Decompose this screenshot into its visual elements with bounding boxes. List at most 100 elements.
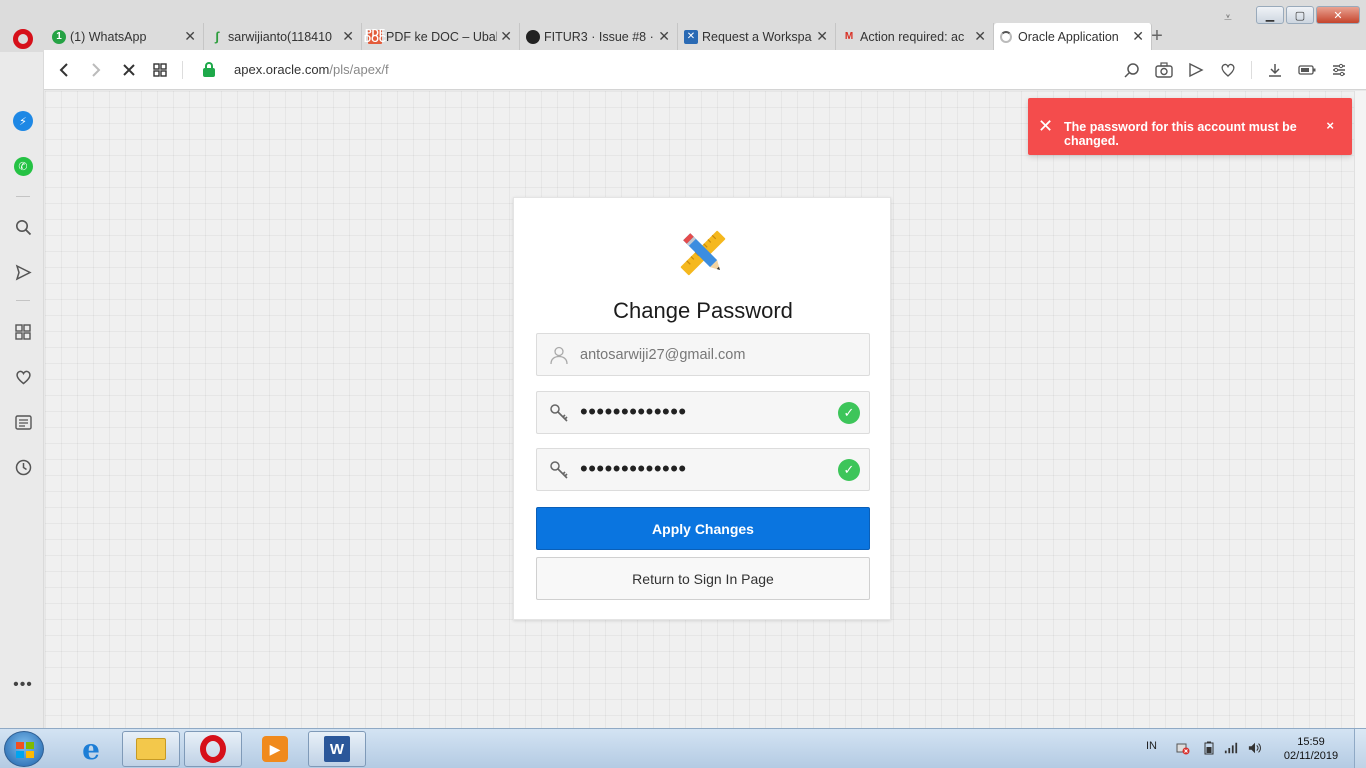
battery-icon[interactable] bbox=[1202, 741, 1216, 755]
battery-icon[interactable] bbox=[1298, 59, 1316, 81]
heart-icon[interactable] bbox=[1219, 59, 1237, 81]
network-error-icon[interactable] bbox=[1176, 741, 1190, 755]
lock-icon[interactable] bbox=[202, 62, 216, 78]
bookmarks-button[interactable] bbox=[12, 366, 34, 388]
whatsapp-icon: ✆ bbox=[13, 156, 33, 176]
stop-button[interactable] bbox=[117, 58, 141, 82]
apply-changes-button[interactable]: Apply Changes bbox=[536, 507, 870, 550]
confirm-password-input[interactable]: ••••••••••••• ✓ bbox=[536, 448, 870, 491]
clock-time: 15:59 bbox=[1297, 736, 1325, 748]
page-viewport: ✕ The password for this account must be … bbox=[45, 91, 1366, 728]
valid-check-icon: ✓ bbox=[838, 402, 860, 424]
send-icon bbox=[15, 264, 32, 280]
divider bbox=[182, 61, 183, 79]
toolbar-icons bbox=[1123, 59, 1348, 81]
clock-icon bbox=[15, 459, 31, 475]
grid-icon bbox=[15, 324, 31, 340]
taskbar-word[interactable]: W bbox=[308, 731, 366, 767]
start-button[interactable] bbox=[4, 731, 44, 767]
pencil-ruler-icon bbox=[680, 230, 726, 276]
alert-message: The password for this account must be ch… bbox=[1064, 120, 1297, 148]
opera-menu-button[interactable] bbox=[12, 28, 34, 50]
tab-pdf-to-doc[interactable]: PDF DOC PDF ke DOC – Ubah ✕ bbox=[362, 23, 520, 50]
tab-sarwijianto[interactable]: ʃ sarwijianto(118410 ✕ bbox=[204, 23, 362, 50]
tab-request-workspace[interactable]: ✕ Request a Workspa ✕ bbox=[678, 23, 836, 50]
whatsapp-icon: 1 bbox=[52, 29, 66, 44]
system-clock[interactable]: 15:59 02/11/2019 bbox=[1276, 735, 1346, 763]
key-icon bbox=[550, 404, 568, 422]
taskbar-opera[interactable] bbox=[184, 731, 242, 767]
alert-close-button[interactable]: × bbox=[1326, 118, 1334, 133]
leaf-icon: ʃ bbox=[214, 29, 220, 44]
flow-button[interactable] bbox=[12, 261, 34, 283]
taskbar-internet-explorer[interactable]: e bbox=[62, 731, 120, 767]
tab-close-icon[interactable]: ✕ bbox=[342, 29, 354, 43]
tab-oracle-application[interactable]: Oracle Application ✕ bbox=[994, 23, 1152, 50]
tab-close-icon[interactable]: ✕ bbox=[974, 29, 986, 43]
opera-sidebar: ⚡ ✆ ••• bbox=[0, 52, 44, 728]
folder-icon bbox=[136, 738, 166, 760]
page-scrollbar[interactable] bbox=[1354, 91, 1366, 728]
new-tab-button[interactable]: + bbox=[1148, 26, 1166, 46]
signal-icon[interactable] bbox=[1224, 741, 1238, 755]
page-title: Change Password bbox=[613, 298, 793, 323]
username-field[interactable]: antosarwiji27@gmail.com bbox=[536, 333, 870, 376]
tab-list: 1 (1) WhatsApp ✕ ʃ sarwijianto(118410 ✕ … bbox=[46, 23, 1152, 50]
opera-logo-icon bbox=[13, 29, 33, 49]
language-indicator[interactable]: IN bbox=[1146, 740, 1157, 752]
change-password-card: Change Password antosarwiji27@gmail.com … bbox=[513, 197, 891, 620]
close-window-button[interactable]: ✕ bbox=[1316, 6, 1360, 24]
speed-dial-button[interactable] bbox=[148, 58, 172, 82]
sidebar-more-button[interactable]: ••• bbox=[12, 674, 34, 696]
tab-close-icon[interactable]: ✕ bbox=[816, 29, 828, 43]
word-icon: W bbox=[324, 736, 350, 762]
sidebar-divider bbox=[16, 196, 30, 197]
camera-icon[interactable] bbox=[1155, 59, 1173, 81]
back-icon bbox=[59, 63, 68, 77]
heart-icon bbox=[15, 370, 31, 385]
download-icon[interactable] bbox=[1266, 59, 1284, 81]
tab-title: PDF ke DOC – Ubah bbox=[386, 29, 497, 44]
tab-close-icon[interactable]: ✕ bbox=[1132, 29, 1144, 43]
forward-button[interactable] bbox=[84, 58, 108, 82]
speed-dial-sidebar-button[interactable] bbox=[12, 321, 34, 343]
tab-title: sarwijianto(118410 bbox=[228, 29, 332, 44]
tab-whatsapp[interactable]: 1 (1) WhatsApp ✕ bbox=[46, 23, 204, 50]
internet-explorer-icon: e bbox=[82, 732, 100, 766]
error-icon: ✕ bbox=[1038, 116, 1054, 136]
tab-title: (1) WhatsApp bbox=[70, 29, 147, 44]
url-field[interactable]: apex.oracle.com/pls/apex/f bbox=[234, 62, 389, 77]
minimize-button[interactable]: ▁ bbox=[1256, 6, 1284, 24]
media-player-icon: ▶ bbox=[262, 736, 288, 762]
return-to-sign-in-button[interactable]: Return to Sign In Page bbox=[536, 557, 870, 600]
tab-close-icon[interactable]: ✕ bbox=[658, 29, 670, 43]
tab-close-icon[interactable]: ✕ bbox=[500, 29, 512, 43]
messenger-button[interactable]: ⚡ bbox=[12, 110, 34, 132]
windows-logo-icon bbox=[16, 742, 34, 758]
error-alert: ✕ The password for this account must be … bbox=[1028, 98, 1352, 155]
taskbar-media-player[interactable]: ▶ bbox=[246, 731, 304, 767]
search-button[interactable] bbox=[12, 216, 34, 238]
new-password-input[interactable]: ••••••••••••• ✓ bbox=[536, 391, 870, 434]
username-value: antosarwiji27@gmail.com bbox=[580, 347, 746, 363]
tab-github-issue[interactable]: FITUR3 · Issue #8 · s ✕ bbox=[520, 23, 678, 50]
taskbar-file-explorer[interactable] bbox=[122, 731, 180, 767]
whatsapp-button[interactable]: ✆ bbox=[12, 155, 34, 177]
news-button[interactable] bbox=[12, 411, 34, 433]
url-host: apex.oracle.com bbox=[234, 62, 330, 77]
show-desktop-button[interactable] bbox=[1354, 729, 1366, 768]
maximize-button[interactable]: ▢ bbox=[1286, 6, 1314, 24]
password-mask: ••••••••••••• bbox=[580, 456, 687, 481]
easy-setup-icon[interactable] bbox=[1330, 59, 1348, 81]
history-button[interactable] bbox=[12, 456, 34, 478]
password-mask: ••••••••••••• bbox=[580, 399, 687, 424]
volume-icon[interactable] bbox=[1248, 741, 1262, 755]
tab-gmail[interactable]: M Action required: ac ✕ bbox=[836, 23, 994, 50]
back-button[interactable] bbox=[52, 58, 76, 82]
tab-close-icon[interactable]: ✕ bbox=[184, 29, 196, 43]
opera-icon bbox=[200, 735, 226, 763]
send-icon[interactable] bbox=[1187, 59, 1205, 81]
tab-title: Request a Workspa bbox=[702, 29, 812, 44]
zoom-icon[interactable] bbox=[1123, 59, 1141, 81]
tab-menu-icon[interactable]: ⩡ bbox=[1224, 10, 1240, 24]
